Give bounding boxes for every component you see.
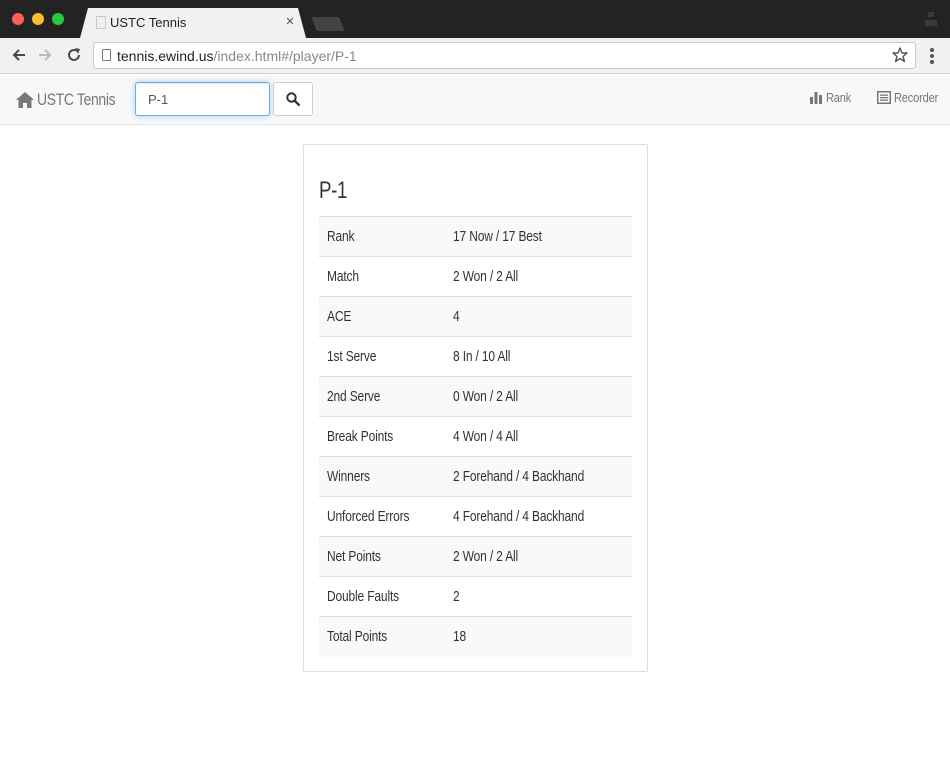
url-host: tennis.ewind.us xyxy=(117,48,214,64)
reload-icon[interactable] xyxy=(63,44,85,66)
table-row: Net Points 2 Won / 2 All xyxy=(319,536,632,577)
brand-text: USTC Tennis xyxy=(37,90,116,109)
stat-value: 18 xyxy=(445,616,632,657)
player-panel: P-1 Rank 17 Now / 17 Best Match 2 Won / 2 … xyxy=(303,144,648,672)
stat-label: Break Points xyxy=(319,416,445,457)
stat-label-text: 2nd Serve xyxy=(327,388,381,405)
stat-label: Net Points xyxy=(319,536,445,577)
page-info-icon[interactable] xyxy=(102,49,111,61)
stat-label-text: Match xyxy=(327,268,359,285)
nav-rank-link[interactable]: Rank xyxy=(809,90,856,105)
stat-value-text: 2 Won / 2 All xyxy=(453,268,519,285)
search-icon xyxy=(286,92,300,106)
table-row: ACE 4 xyxy=(319,296,632,337)
browser-tab-active[interactable]: USTC Tennis × xyxy=(80,8,306,38)
url-path: /index.html#/player/P-1 xyxy=(213,48,357,64)
stat-label-text: ACE xyxy=(327,308,352,325)
bar-chart-icon xyxy=(810,92,822,104)
stat-value: 4 Won / 4 All xyxy=(445,416,632,457)
stat-label: Match xyxy=(319,256,445,297)
brand-link[interactable]: USTC Tennis xyxy=(15,88,132,112)
stat-value-text: 4 Forehand / 4 Backhand xyxy=(453,508,585,525)
list-alt-icon xyxy=(877,91,891,104)
stat-value-text: 2 Won / 2 All xyxy=(453,548,519,565)
stat-value-text: 2 Forehand / 4 Backhand xyxy=(453,468,585,485)
window-close-button[interactable] xyxy=(12,13,24,25)
table-row: Winners 2 Forehand / 4 Backhand xyxy=(319,456,632,497)
table-row: Total Points 18 xyxy=(319,616,632,657)
forward-arrow-icon[interactable] xyxy=(34,44,56,66)
stat-label-text: 1st Serve xyxy=(327,348,377,365)
stat-label: Total Points xyxy=(319,616,445,657)
window-minimize-button[interactable] xyxy=(32,13,44,25)
table-row: 1st Serve 8 In / 10 All xyxy=(319,336,632,377)
stat-label-text: Double Faults xyxy=(327,588,399,605)
table-row: Double Faults 2 xyxy=(319,576,632,617)
player-search-input[interactable] xyxy=(135,82,270,116)
player-stats-table: Rank 17 Now / 17 Best Match 2 Won / 2 All … xyxy=(319,216,632,657)
nav-rank-label: Rank xyxy=(826,90,852,105)
browser-toolbar: tennis.ewind.us/index.html#/player/P-1 xyxy=(0,38,950,74)
bookmark-star-icon[interactable] xyxy=(891,46,909,64)
tab-title: USTC Tennis xyxy=(110,15,187,30)
table-row: Match 2 Won / 2 All xyxy=(319,256,632,297)
stat-label: 2nd Serve xyxy=(319,376,445,417)
stat-value-text: 8 In / 10 All xyxy=(453,348,511,365)
stat-value: 0 Won / 2 All xyxy=(445,376,632,417)
stat-value: 17 Now / 17 Best xyxy=(445,216,632,257)
stat-value-text: 4 xyxy=(453,308,460,325)
stat-value-text: 17 Now / 17 Best xyxy=(453,228,542,245)
stat-label: Rank xyxy=(319,216,445,257)
stat-value: 2 Forehand / 4 Backhand xyxy=(445,456,632,497)
stat-label-text: Break Points xyxy=(327,428,394,445)
stat-value-text: 4 Won / 4 All xyxy=(453,428,519,445)
stat-label: Unforced Errors xyxy=(319,496,445,537)
table-row: 2nd Serve 0 Won / 2 All xyxy=(319,376,632,417)
browser-titlebar: USTC Tennis × xyxy=(0,0,950,38)
url-text: tennis.ewind.us/index.html#/player/P-1 xyxy=(117,48,357,64)
stat-label: 1st Serve xyxy=(319,336,445,377)
address-bar[interactable]: tennis.ewind.us/index.html#/player/P-1 xyxy=(93,42,916,69)
table-row: Break Points 4 Won / 4 All xyxy=(319,416,632,457)
back-arrow-icon[interactable] xyxy=(8,44,30,66)
stat-value: 2 Won / 2 All xyxy=(445,536,632,577)
stat-value: 8 In / 10 All xyxy=(445,336,632,377)
browser-menu-icon[interactable] xyxy=(928,47,936,65)
stat-value: 4 Forehand / 4 Backhand xyxy=(445,496,632,537)
stat-value-text: 18 xyxy=(453,628,467,646)
stat-label-text: Rank xyxy=(327,228,355,245)
page-favicon-icon xyxy=(96,16,106,29)
new-tab-button[interactable] xyxy=(311,17,345,31)
tab-close-icon[interactable]: × xyxy=(282,13,298,31)
stat-value: 2 Won / 2 All xyxy=(445,256,632,297)
stat-label-text: Net Points xyxy=(327,548,381,565)
search-button[interactable] xyxy=(273,82,313,116)
profile-icon[interactable] xyxy=(924,11,938,27)
stat-value-text: 2 xyxy=(453,588,460,605)
stat-label: Winners xyxy=(319,456,445,497)
player-name: P-1 xyxy=(319,177,347,204)
stat-value: 4 xyxy=(445,296,632,337)
stat-label-text: Winners xyxy=(327,468,370,485)
window-zoom-button[interactable] xyxy=(52,13,64,25)
stat-label-text: Unforced Errors xyxy=(327,508,410,525)
table-row: Rank 17 Now / 17 Best xyxy=(319,216,632,257)
site-navbar: USTC Tennis Rank Recorder xyxy=(0,75,950,125)
table-row: Unforced Errors 4 Forehand / 4 Backhand xyxy=(319,496,632,537)
stat-value: 2 xyxy=(445,576,632,617)
home-icon xyxy=(16,92,34,108)
nav-recorder-label: Recorder xyxy=(894,90,939,105)
nav-recorder-link[interactable]: Recorder xyxy=(877,90,946,105)
stat-label: ACE xyxy=(319,296,445,337)
stat-label-text: Total Points xyxy=(327,628,388,646)
stat-label: Double Faults xyxy=(319,576,445,617)
stat-value-text: 0 Won / 2 All xyxy=(453,388,519,405)
